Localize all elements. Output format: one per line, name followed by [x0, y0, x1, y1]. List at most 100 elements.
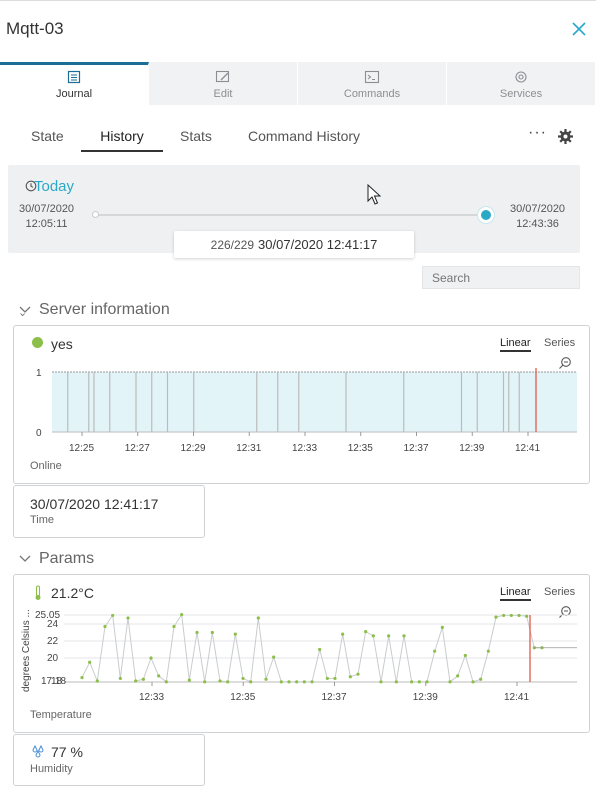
time-slider-track[interactable]	[95, 214, 487, 216]
x-tick-label: 12:41	[504, 692, 529, 703]
temperature-point	[295, 680, 299, 684]
online-series-toggle[interactable]: Series	[544, 337, 575, 349]
temperature-point	[187, 678, 191, 682]
temperature-point	[440, 625, 444, 629]
tab-edit-label: Edit	[213, 88, 233, 100]
temperature-point	[471, 680, 475, 684]
page-title: Mqtt-03	[6, 19, 64, 38]
y-tick-label: 24	[47, 619, 59, 630]
temperature-point	[218, 679, 222, 683]
temperature-point	[448, 680, 452, 684]
server-collapse-icon[interactable]	[19, 305, 31, 315]
y-tick-label: 0	[36, 428, 42, 439]
section-title-server: Server information	[39, 301, 170, 318]
temperature-point	[463, 653, 467, 658]
subtab-command-history[interactable]: Command History	[248, 120, 368, 152]
temperature-point	[302, 680, 306, 684]
top-border	[0, 0, 596, 1]
temperature-point	[80, 675, 84, 680]
humidity-drops-icon	[32, 745, 44, 758]
temperature-point	[494, 615, 498, 619]
temperature-point	[103, 624, 107, 629]
subtab-stats[interactable]: Stats	[180, 120, 214, 152]
temperature-point	[256, 616, 260, 620]
section-title-params: Params	[39, 550, 95, 567]
time-value: 30/07/2020 12:41:17	[30, 496, 159, 512]
temperature-point	[134, 679, 138, 683]
temperature-point	[402, 634, 406, 638]
online-area	[52, 372, 577, 432]
terminal-icon	[364, 70, 380, 84]
x-tick-label: 12:25	[69, 443, 94, 454]
x-tick-label: 12:29	[181, 443, 206, 454]
temperature-point	[310, 680, 314, 684]
y-tick-label: 18	[51, 676, 63, 687]
thermometer-icon	[35, 585, 41, 600]
x-tick-label: 12:31	[236, 443, 261, 454]
temperature-point	[486, 649, 490, 653]
online-linear-toggle[interactable]: Linear	[500, 337, 531, 352]
temperature-point	[325, 676, 329, 681]
temperature-point	[241, 676, 245, 681]
tab-journal-label: Journal	[55, 88, 93, 100]
temperature-point	[318, 647, 322, 652]
online-label: Online	[30, 460, 62, 472]
journal-icon	[67, 70, 81, 84]
temperature-point	[118, 676, 122, 681]
close-icon[interactable]	[570, 20, 588, 38]
tab-journal[interactable]: Journal	[0, 62, 149, 105]
time-slider-handle[interactable]	[478, 207, 494, 223]
temperature-point	[479, 677, 483, 681]
online-value: yes	[51, 336, 73, 352]
range-end: 30/07/2020 12:43:36	[510, 202, 565, 232]
temp-linear-toggle[interactable]: Linear	[500, 586, 531, 601]
online-status-dot	[32, 337, 43, 348]
temp-series-toggle[interactable]: Series	[544, 586, 575, 598]
temperature-point	[287, 680, 291, 684]
gear-icon[interactable]	[557, 128, 574, 145]
tab-services[interactable]: Services	[447, 62, 596, 105]
temperature-point	[149, 656, 153, 660]
x-tick-label: 12:27	[125, 443, 150, 454]
temperature-point	[264, 677, 268, 681]
y-tick-label: 20	[47, 653, 59, 664]
temperature-point	[502, 613, 506, 618]
temperature-point	[249, 680, 253, 684]
temperature-point	[172, 624, 176, 629]
temperature-point	[356, 672, 360, 676]
time-slider-start-handle[interactable]	[92, 211, 99, 218]
subtab-state[interactable]: State	[31, 120, 65, 152]
subtab-history[interactable]: History	[81, 120, 163, 152]
temperature-point	[333, 676, 337, 681]
humidity-label: Humidity	[30, 763, 73, 775]
tab-edit[interactable]: Edit	[149, 62, 298, 105]
temperature-value: 21.2°C	[51, 585, 94, 601]
temperature-label: Temperature	[30, 709, 92, 721]
temperature-point	[164, 680, 168, 684]
temperature-point	[180, 612, 184, 617]
y-axis-label: degrees Celsius ...	[21, 609, 32, 692]
more-menu-icon[interactable]: ···	[528, 124, 547, 142]
temperature-point	[141, 677, 145, 681]
temperature-point	[203, 680, 207, 684]
params-collapse-icon[interactable]	[19, 554, 31, 564]
today-link[interactable]: Today	[34, 178, 74, 195]
search-input[interactable]	[422, 266, 580, 289]
x-tick-label: 12:35	[348, 443, 373, 454]
temperature-point	[157, 674, 161, 678]
current-timestamp: 30/07/2020 12:41:17	[258, 237, 378, 252]
temperature-point	[410, 680, 414, 684]
temperature-point	[517, 613, 521, 618]
tab-commands[interactable]: Commands	[298, 62, 447, 105]
temperature-point	[279, 680, 283, 684]
range-start-date: 30/07/2020	[19, 203, 75, 215]
x-tick-label: 12:37	[404, 443, 429, 454]
range-end-date: 30/07/2020	[510, 203, 566, 215]
temperature-point	[126, 616, 130, 620]
temperature-point	[348, 675, 352, 679]
temperature-point	[226, 680, 230, 684]
temperature-point	[233, 632, 237, 636]
x-tick-label: 12:33	[139, 692, 164, 703]
temperature-chart: 25.0524222017.1818degrees Celsius ...12:…	[21, 609, 577, 703]
x-tick-label: 12:39	[459, 443, 484, 454]
